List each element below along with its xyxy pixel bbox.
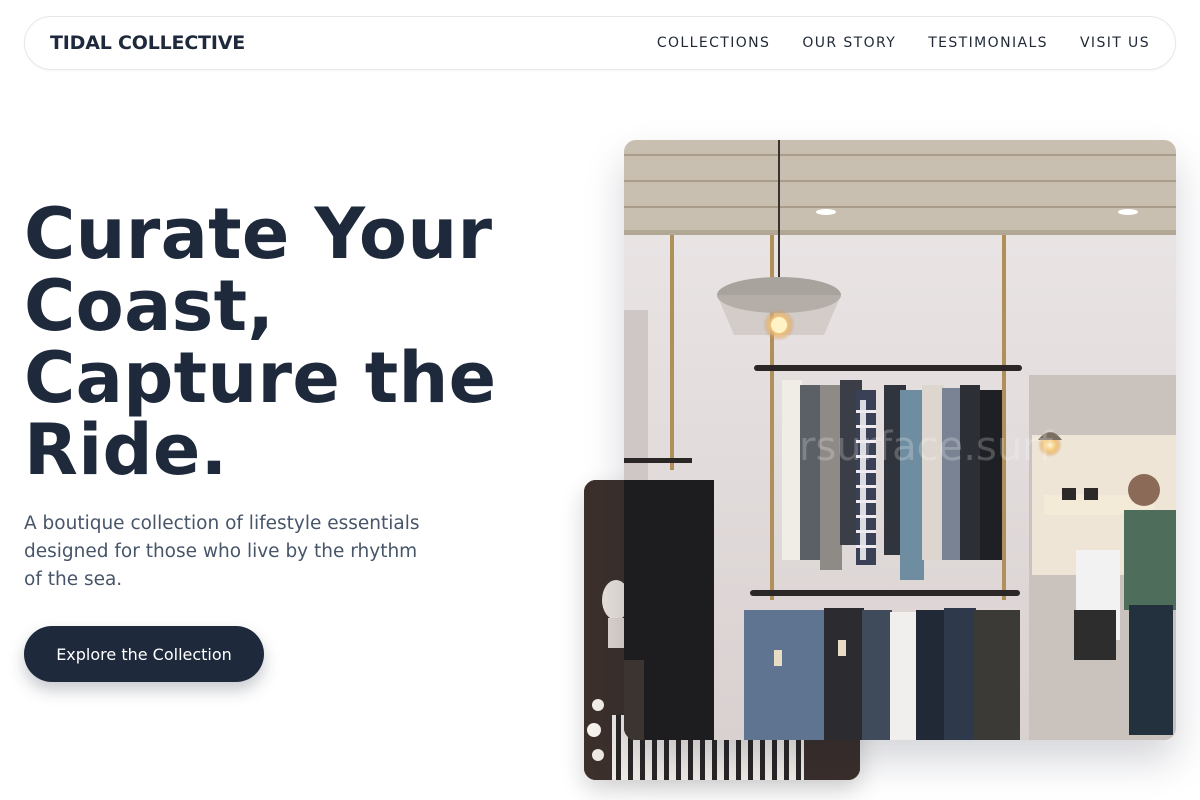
subtext-line: of the sea. (24, 569, 123, 590)
hero-headline: Curate Your Coast, Capture the Ride. (24, 198, 584, 486)
nav-link-testimonials[interactable]: TESTIMONIALS (928, 35, 1048, 51)
svg-text:rsurface.surf: rsurface.surf (799, 424, 1054, 470)
brand-logo[interactable]: TIDAL COLLECTIVE (50, 32, 245, 54)
subtext-line: designed for those who live by the rhyth… (24, 541, 418, 562)
headline-line: Coast, (24, 265, 275, 347)
top-nav: TIDAL COLLECTIVE COLLECTIONS OUR STORY T… (24, 16, 1176, 70)
nav-link-visit-us[interactable]: VISIT US (1080, 35, 1150, 51)
hero-subtext: A boutique collection of lifestyle essen… (24, 510, 464, 594)
nav-links: COLLECTIONS OUR STORY TESTIMONIALS VISIT… (657, 35, 1150, 51)
subtext-line: A boutique collection of lifestyle essen… (24, 513, 420, 534)
headline-line: Curate Your (24, 193, 493, 275)
nav-link-collections[interactable]: COLLECTIONS (657, 35, 770, 51)
headline-line: Capture the (24, 337, 497, 419)
store-interior-illustration: rsurface.surf (624, 140, 1176, 740)
explore-collection-button[interactable]: Explore the Collection (24, 626, 264, 682)
headline-line: Ride. (24, 409, 228, 491)
clothing-store-interior-image: rsurface.surf (624, 140, 1176, 740)
nav-link-our-story[interactable]: OUR STORY (802, 35, 896, 51)
